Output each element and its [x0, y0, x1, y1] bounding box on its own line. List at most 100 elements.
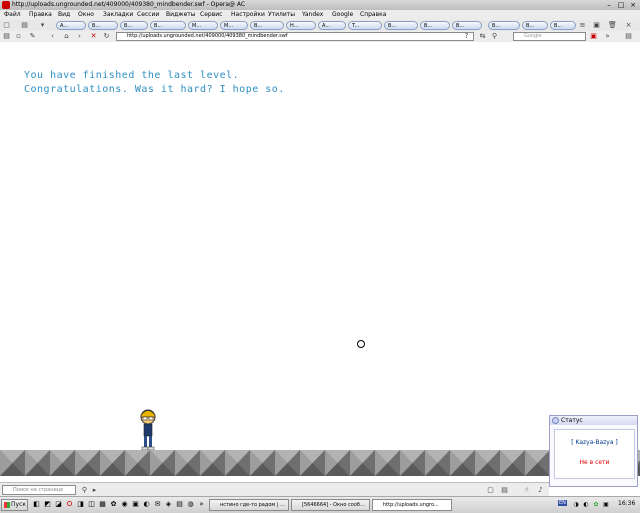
extra-menu-icon[interactable]: » [603, 32, 612, 41]
tab-4[interactable]: B... [150, 21, 186, 30]
speaker-icon[interactable]: ♪ [536, 486, 545, 495]
new-tab-icon[interactable]: ▢ [2, 21, 11, 30]
search-field[interactable]: Google [513, 32, 586, 41]
menu-tools[interactable]: Сервис [200, 11, 222, 18]
menu-bar: Файл Правка Вид Окно Закладки Сессии Вид… [0, 10, 640, 20]
back-icon[interactable]: ‹ [48, 32, 57, 41]
status-title: Статус [561, 417, 583, 424]
panel-square-icon[interactable]: ▢ [486, 486, 495, 495]
tab-7[interactable]: B... [250, 21, 284, 30]
reload-icon[interactable]: ↻ [102, 32, 111, 41]
menu-edit[interactable]: Правка [29, 11, 52, 18]
home-icon[interactable]: ⌂ [62, 32, 71, 41]
close-tab-icon[interactable]: × [624, 21, 633, 30]
status-popup[interactable]: Статус [ Kazya-Bazya ] Не в сети [549, 415, 638, 487]
quicklaunch-icon-16[interactable]: » [197, 500, 206, 509]
tray-icon-1[interactable]: ◑ [572, 501, 580, 509]
minimize-button[interactable]: – [604, 1, 614, 9]
close-window-button[interactable]: × [628, 1, 638, 9]
tab-8[interactable]: H... [286, 21, 316, 30]
tray-icon-2[interactable]: ◐ [582, 501, 590, 509]
tab-2[interactable]: B... [88, 21, 118, 30]
find-next-icon[interactable]: ▸ [90, 486, 99, 495]
menu-google[interactable]: Google [332, 11, 353, 18]
tray-icon-4[interactable]: ▣ [602, 501, 610, 509]
new-page-icon[interactable]: ▫ [14, 32, 23, 41]
panel-icon[interactable]: ▤ [624, 32, 633, 41]
quicklaunch-icon-2[interactable]: ◩ [43, 500, 52, 509]
menu-view[interactable]: Вид [58, 11, 70, 18]
forward-icon[interactable]: › [75, 32, 84, 41]
tab-16[interactable]: B... [550, 21, 576, 30]
panel-toggle-icon[interactable]: ▤ [2, 32, 11, 41]
hand-icon[interactable]: ☝ [522, 486, 531, 495]
closed-tabs-icon[interactable]: ▣ [592, 21, 601, 30]
tab-1[interactable]: A... [56, 21, 86, 30]
start-button[interactable]: Пуск [1, 499, 28, 511]
edit-icon[interactable]: ✎ [28, 32, 37, 41]
tray-icon-3[interactable]: ✿ [592, 501, 600, 509]
quicklaunch-icon-9[interactable]: ◉ [120, 500, 129, 509]
address-help-icon[interactable]: ? [462, 32, 471, 41]
quicklaunch-icon-7[interactable]: ▦ [98, 500, 107, 509]
taskbar-item-label: нстино где-то радом | ... [220, 502, 285, 508]
tab-9[interactable]: A... [318, 21, 346, 30]
tab-6[interactable]: M... [220, 21, 248, 30]
menu-help[interactable]: Справка [360, 11, 386, 18]
quicklaunch-icon-8[interactable]: ✿ [109, 500, 118, 509]
quicklaunch-icon-14[interactable]: ▤ [175, 500, 184, 509]
stop-icon[interactable]: ✕ [89, 32, 98, 41]
quicklaunch-icon-6[interactable]: ◫ [87, 500, 96, 509]
quicklaunch-icon-15[interactable]: ◍ [186, 500, 195, 509]
tab-13[interactable]: B... [452, 21, 482, 30]
menu-widgets[interactable]: Виджеты [166, 11, 196, 18]
windows-taskbar: Пуск ◧ ◩ ◪ O ◨ ◫ ▦ ✿ ◉ ▣ ◐ ✉ ◈ ▤ ◍ » нст… [0, 496, 640, 513]
language-indicator[interactable]: EN [558, 500, 567, 506]
clock: 16:36 [618, 500, 636, 507]
game-message-line2: Congratulations. Was it hard? I hope so. [24, 84, 285, 95]
tab-5[interactable]: M... [188, 21, 218, 30]
tab-10[interactable]: T... [348, 21, 382, 30]
go-icon[interactable]: ⇆ [478, 32, 487, 41]
wand-icon[interactable]: ⚲ [490, 32, 499, 41]
find-magnifier-icon[interactable]: ⚲ [80, 486, 89, 495]
menu-bookmarks[interactable]: Закладки [103, 11, 133, 18]
quicklaunch-icon-3[interactable]: ◪ [54, 500, 63, 509]
window-title: http://uploads.ungrounded.net/409000/409… [12, 1, 246, 8]
maximize-button[interactable]: □ [616, 1, 626, 9]
taskbar-item-1[interactable]: нстино где-то радом | ... [209, 499, 289, 511]
quicklaunch-icon-11[interactable]: ◐ [142, 500, 151, 509]
zoom-icon[interactable]: ▣ [589, 32, 598, 41]
quicklaunch-icon-10[interactable]: ▣ [131, 500, 140, 509]
trash-can-icon[interactable]: 🗑 [608, 21, 617, 30]
address-field[interactable]: http://uploads.ungrounded.net/409000/409… [116, 32, 474, 41]
menu-file[interactable]: Файл [4, 11, 21, 18]
tab-list-icon[interactable]: ≡ [578, 21, 587, 30]
page-view-icon[interactable]: ▤ [500, 486, 509, 495]
quicklaunch-icon-1[interactable]: ◧ [32, 500, 41, 509]
menu-yandex[interactable]: Yandex [302, 11, 323, 18]
tab-15[interactable]: B... [522, 21, 548, 30]
tab-11[interactable]: B... [384, 21, 418, 30]
tab-12[interactable]: B... [420, 21, 450, 30]
taskbar-item-2[interactable]: [5646664] - Окно сооб... [291, 499, 370, 511]
taskbar-item-label: [5646664] - Окно сооб... [302, 502, 365, 508]
tab-3[interactable]: B... [120, 21, 148, 30]
game-message-line1: You have finished the last level. [24, 70, 240, 81]
tab-14[interactable]: B... [488, 21, 520, 30]
quicklaunch-icon-12[interactable]: ✉ [153, 500, 162, 509]
menu-window[interactable]: Окно [78, 11, 94, 18]
menu-settings[interactable]: Настройки [231, 11, 265, 18]
windows-logo-icon [4, 502, 10, 508]
trash-icon[interactable]: ▾ [38, 21, 47, 30]
menu-sessions[interactable]: Сессии [137, 11, 159, 18]
flash-game-area[interactable]: You have finished the last level. Congra… [0, 42, 640, 482]
taskbar-item-3[interactable]: http://uploads.ungro... [372, 499, 452, 511]
quicklaunch-icon-13[interactable]: ◈ [164, 500, 173, 509]
find-bar: Поиск на странице ⚲ ▸ ▢ ▤ ☝ ♪ [0, 482, 549, 497]
quicklaunch-opera-icon[interactable]: O [65, 500, 74, 509]
menu-utilities[interactable]: Утилиты [268, 11, 295, 18]
quicklaunch-icon-5[interactable]: ◨ [76, 500, 85, 509]
find-on-page-input[interactable]: Поиск на странице [2, 485, 76, 495]
tab-menu-icon[interactable]: ▤ [20, 21, 29, 30]
